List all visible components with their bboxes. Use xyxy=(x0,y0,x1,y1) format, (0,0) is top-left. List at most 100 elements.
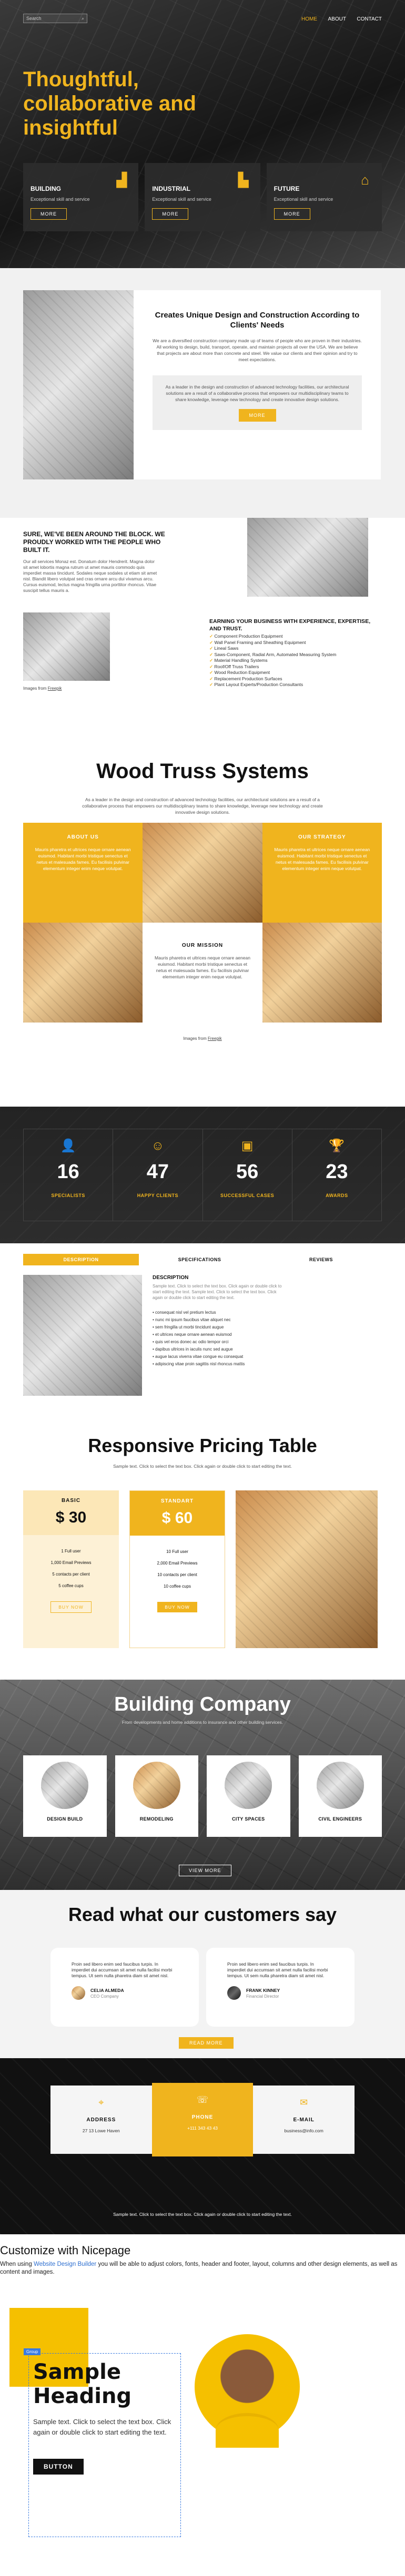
search-icon[interactable]: ⌕ xyxy=(82,16,84,22)
top-bar: Search ⌕ HOME ABOUT CONTACT xyxy=(23,14,382,23)
author-role: CEO Company xyxy=(90,1994,119,1999)
mail-icon: ✉ xyxy=(300,2097,308,2108)
experience-text: Our all services Monaz est. Donatum dolo… xyxy=(23,559,157,593)
read-more-button[interactable]: READ MORE xyxy=(179,2037,234,2049)
list-item: Wall Panel Framing and Sheathing Equipme… xyxy=(209,640,336,646)
freepik-link[interactable]: Freepik xyxy=(48,686,62,691)
building-image xyxy=(23,1275,142,1396)
service-label: CIVIL ENGINEERS xyxy=(318,1816,362,1822)
about-more-button[interactable]: MORE xyxy=(238,409,276,422)
experience-section: SURE, WE'VE BEEN AROUND THE BLOCK. WE PR… xyxy=(0,518,405,744)
stat-number: 23 xyxy=(326,1161,348,1183)
image-credit: Images from Freepik xyxy=(0,1036,405,1041)
service-image xyxy=(316,1762,364,1809)
list-item: nunc mi ipsum faucibus vitae aliquet nec xyxy=(153,1316,245,1324)
contact-cards: ⌖ ADDRESS 27 13 Lowe Haven ☏ PHONE +111 … xyxy=(50,2083,355,2156)
about-box: As a leader in the design and constructi… xyxy=(153,375,362,430)
contact-value[interactable]: business@info.com xyxy=(253,2128,355,2133)
plan-features: 10 Full user 2,000 Email Previews 10 con… xyxy=(130,1546,225,1592)
search-input[interactable]: Search ⌕ xyxy=(23,14,87,23)
more-button[interactable]: MORE xyxy=(31,208,67,220)
list-item: quis vel eros donec ac odio tempor orci xyxy=(153,1338,245,1346)
list-item: et ultrices neque ornare aenean euismod xyxy=(153,1331,245,1338)
plan-feature: 10 contacts per client xyxy=(157,1572,197,1577)
plan-standart: STANDART $ 60 10 Full user 2,000 Email P… xyxy=(129,1490,225,1648)
building-title: Building Company xyxy=(114,1693,291,1715)
stats-section: 👤 16 SPECIALISTS ☺ 47 HAPPY CLIENTS ▣ 56… xyxy=(0,1107,405,1243)
truss-title: Wood Truss Systems xyxy=(96,760,309,783)
view-more-button[interactable]: VIEW MORE xyxy=(179,1865,231,1876)
stat-cases: ▣ 56 SUCCESSFUL CASES xyxy=(203,1129,292,1221)
sample-button[interactable]: BUTTON xyxy=(33,2459,84,2475)
plan-basic: BASIC $ 30 1 Full user 1,000 Email Previ… xyxy=(23,1490,119,1648)
nav-about[interactable]: ABOUT xyxy=(328,16,346,22)
list-item: Roof/Off Truss Trailers xyxy=(209,664,336,670)
more-button[interactable]: MORE xyxy=(152,208,189,220)
description-text: Sample text. Click to select the text bo… xyxy=(153,1284,282,1300)
contact-value[interactable]: +111 343 43 43 xyxy=(152,2125,254,2131)
about-panel: Creates Unique Design and Construction A… xyxy=(134,290,381,479)
tab-reviews[interactable]: REVIEWS xyxy=(260,1254,382,1265)
plan-feature: 5 contacts per client xyxy=(52,1572,90,1577)
plan-header: STANDART $ 60 xyxy=(130,1491,225,1536)
service-card[interactable]: CIVIL ENGINEERS xyxy=(298,1755,382,1837)
list-item: Plant Layout Experts/Production Consulta… xyxy=(209,682,336,688)
list-item: Material Handling Systems xyxy=(209,658,336,664)
user-icon: 👤 xyxy=(60,1139,76,1153)
pricing-section: Responsive Pricing Table Sample text. Cl… xyxy=(0,1417,405,1680)
mission-text: Mauris pharetra et ultrices neque ornare… xyxy=(155,955,250,979)
service-card[interactable]: REMODELING xyxy=(115,1755,198,1837)
tab-description[interactable]: DESCRIPTION xyxy=(23,1254,139,1265)
search-placeholder: Search xyxy=(26,16,42,21)
experience-title: SURE, WE'VE BEEN AROUND THE BLOCK. WE PR… xyxy=(23,530,165,554)
stat-number: 56 xyxy=(236,1161,259,1183)
service-card[interactable]: DESIGN BUILD xyxy=(23,1755,107,1837)
freepik-link[interactable]: Freepik xyxy=(208,1036,222,1041)
service-image xyxy=(225,1762,272,1809)
buy-now-button[interactable]: BUY NOW xyxy=(50,1601,92,1613)
plan-price: $ 60 xyxy=(161,1509,193,1527)
buy-now-button[interactable]: BUY NOW xyxy=(157,1602,197,1612)
nav-contact[interactable]: CONTACT xyxy=(357,16,382,22)
testimonials-title: Read what our customers say xyxy=(68,1904,337,1925)
main-nav: HOME ABOUT CONTACT xyxy=(293,14,382,23)
plan-feature: 5 coffee cups xyxy=(58,1583,84,1588)
demo-group-box[interactable]: Group Sample Heading Sample text. Click … xyxy=(24,2348,181,2537)
avatar xyxy=(227,1986,241,2000)
stat-label: SPECIALISTS xyxy=(51,1193,85,1198)
more-button[interactable]: MORE xyxy=(274,208,310,220)
service-card[interactable]: CITY SPACES xyxy=(207,1755,290,1837)
stat-label: AWARDS xyxy=(326,1193,348,1198)
service-cards: DESIGN BUILD REMODELING CITY SPACES CIVI… xyxy=(23,1755,382,1837)
contact-address: ⌖ ADDRESS 27 13 Lowe Haven xyxy=(50,2086,152,2154)
sample-heading[interactable]: Sample Heading xyxy=(33,2360,180,2408)
truss-section: Wood Truss Systems As a leader in the de… xyxy=(0,744,405,1107)
phone-icon: ☏ xyxy=(196,2094,209,2105)
pin-icon: ⌖ xyxy=(98,2097,104,2108)
about-us-card: ABOUT US Mauris pharetra et ultrices neq… xyxy=(23,823,143,923)
page: { "header": { "search_placeholder": "Sea… xyxy=(0,0,405,2539)
plan-feature: 10 Full user xyxy=(166,1549,188,1554)
nav-home[interactable]: HOME xyxy=(301,16,317,22)
home-icon: ⌂ xyxy=(361,172,369,188)
testimonial-card: Proin sed libero enim sed faucibus turpi… xyxy=(50,1948,199,2027)
building-section: Building Company From developments and h… xyxy=(0,1680,405,1890)
sanding-image xyxy=(23,923,143,1023)
tab-specifications[interactable]: SPECIFICATIONS xyxy=(139,1254,260,1265)
customize-text: When using Website Design Builder you wi… xyxy=(0,2261,405,2276)
demo-person-image xyxy=(195,2334,300,2448)
stat-number: 47 xyxy=(146,1161,169,1183)
sample-text[interactable]: Sample text. Click to select the text bo… xyxy=(33,2417,175,2438)
list-item: Wood Reduction Equipment xyxy=(209,670,336,676)
author-role: Financial Director xyxy=(246,1994,279,1999)
builder-link[interactable]: Website Design Builder xyxy=(34,2261,96,2267)
contact-email: ✉ E-MAIL business@info.com xyxy=(253,2086,355,2154)
contact-value: 27 13 Lowe Haven xyxy=(82,2128,120,2133)
pricing-title: Responsive Pricing Table xyxy=(88,1435,317,1456)
hero-card-future: ⌂ FUTURE Exceptional skill and service M… xyxy=(266,163,382,231)
services-list: Component Production Equipment Wall Pane… xyxy=(209,633,336,688)
plan-name: STANDART xyxy=(160,1498,194,1504)
stats-row: 👤 16 SPECIALISTS ☺ 47 HAPPY CLIENTS ▣ 56… xyxy=(23,1129,382,1221)
testimonial-author: FRANK KINNEY Financial Director xyxy=(227,1986,333,2000)
about-section: Creates Unique Design and Construction A… xyxy=(0,268,405,518)
